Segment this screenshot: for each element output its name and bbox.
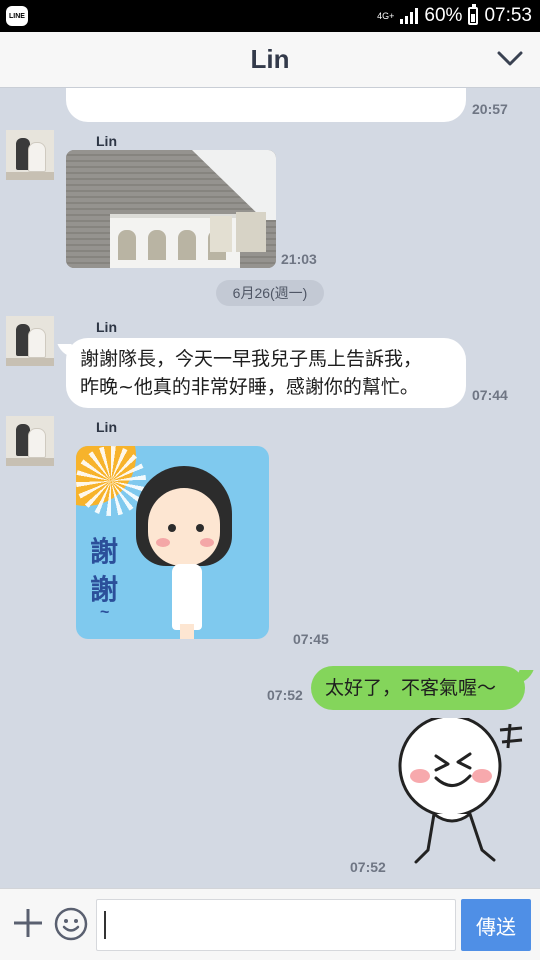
chat-area[interactable]: 20:57 Lin 21:03 6月26(週一) Lin 謝謝隊長，今天一早我兒…	[0, 88, 540, 888]
chat-header: Lin	[0, 32, 540, 88]
message-time: 07:44	[472, 387, 508, 403]
sender-name: Lin	[96, 133, 117, 149]
app-badge-label: LINE	[9, 12, 25, 20]
sticker-text: 謝	[90, 573, 119, 606]
message-line: 昨晚~他真的非常好睡，感謝你的幫忙。	[80, 376, 419, 398]
battery-percent: 60%	[424, 5, 463, 26]
avatar[interactable]	[6, 130, 54, 180]
plus-icon[interactable]	[12, 907, 44, 939]
date-separator: 6月26(週一)	[216, 280, 324, 306]
sender-name: Lin	[96, 319, 117, 335]
message-time: 07:52	[267, 687, 303, 703]
status-bar: LINE 4G+ 60% 07:53	[0, 0, 540, 32]
message-input[interactable]	[96, 899, 456, 951]
battery-icon	[468, 4, 479, 25]
message-line: 謝謝隊長，今天一早我兒子馬上告訴我，	[80, 348, 423, 370]
sender-name: Lin	[96, 419, 117, 435]
emoji-icon[interactable]	[54, 907, 88, 941]
message-bubble-partial[interactable]	[66, 88, 466, 122]
avatar[interactable]	[6, 316, 54, 366]
signal-icon	[400, 8, 419, 24]
message-input-bar: 傳送	[0, 888, 540, 960]
avatar[interactable]	[6, 416, 54, 466]
photo-message[interactable]	[66, 150, 276, 268]
message-text: 太好了，不客氣喔～	[325, 677, 497, 699]
message-time: 21:03	[281, 251, 317, 267]
status-indicators: 4G+ 60% 07:53	[377, 4, 532, 28]
line-app-icon: LINE	[6, 6, 28, 26]
clock: 07:53	[484, 5, 532, 26]
thank-you-sticker[interactable]: 謝 謝 ~	[76, 446, 269, 639]
message-time: 07:52	[350, 859, 386, 875]
sticker-text: 謝	[90, 535, 119, 568]
text-caret	[104, 911, 106, 939]
message-time: 20:57	[472, 101, 508, 117]
send-button[interactable]: 傳送	[461, 899, 531, 951]
laughing-face-sticker[interactable]	[398, 718, 528, 878]
message-bubble[interactable]: 謝謝隊長，今天一早我兒子馬上告訴我， 昨晚~他真的非常好睡，感謝你的幫忙。	[66, 338, 466, 408]
my-message-bubble[interactable]: 太好了，不客氣喔～	[311, 666, 525, 710]
message-time: 07:45	[293, 631, 329, 647]
chat-title: Lin	[250, 44, 290, 74]
sticker-text: ~	[100, 604, 110, 621]
chevron-down-icon[interactable]	[496, 48, 524, 70]
network-type: 4G+	[377, 10, 395, 21]
